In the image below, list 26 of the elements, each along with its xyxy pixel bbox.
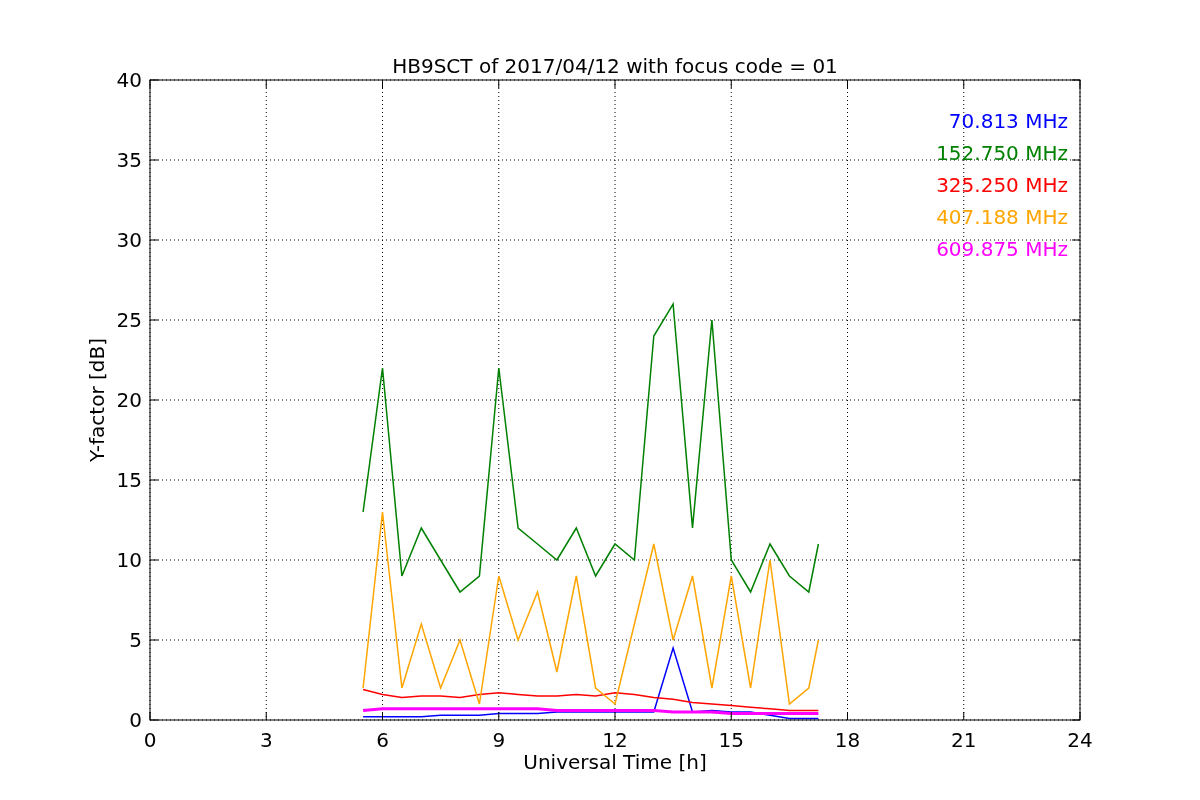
y-tick-label: 20 xyxy=(116,388,142,412)
y-tick-label: 0 xyxy=(129,708,142,732)
y-tick-label: 25 xyxy=(116,308,142,332)
y-axis-label: Y-factor [dB] xyxy=(85,338,109,462)
x-tick-label: 3 xyxy=(259,728,273,752)
y-tick-label: 40 xyxy=(116,68,142,92)
y-tick-label: 35 xyxy=(116,148,142,172)
y-tick-label: 5 xyxy=(129,628,142,652)
chart-title: HB9SCT of 2017/04/12 with focus code = 01 xyxy=(392,54,838,78)
legend-label: 152.750 MHz xyxy=(936,141,1068,165)
legend-label: 407.188 MHz xyxy=(936,205,1068,229)
legend-label: 70.813 MHz xyxy=(948,109,1068,133)
legend-label: 325.250 MHz xyxy=(936,173,1068,197)
x-tick-label: 24 xyxy=(1067,728,1093,752)
x-tick-label: 21 xyxy=(951,728,977,752)
x-axis-label: Universal Time [h] xyxy=(523,750,707,774)
x-tick-label: 12 xyxy=(602,728,628,752)
y-tick-label: 30 xyxy=(116,228,142,252)
x-tick-label: 6 xyxy=(376,728,389,752)
legend-label: 609.875 MHz xyxy=(936,237,1068,261)
x-tick-label: 15 xyxy=(718,728,744,752)
x-tick-label: 18 xyxy=(834,728,861,752)
y-tick-label: 10 xyxy=(116,548,142,572)
x-tick-label: 0 xyxy=(143,728,157,752)
y-tick-label: 15 xyxy=(116,468,142,492)
x-tick-label: 9 xyxy=(492,728,506,752)
